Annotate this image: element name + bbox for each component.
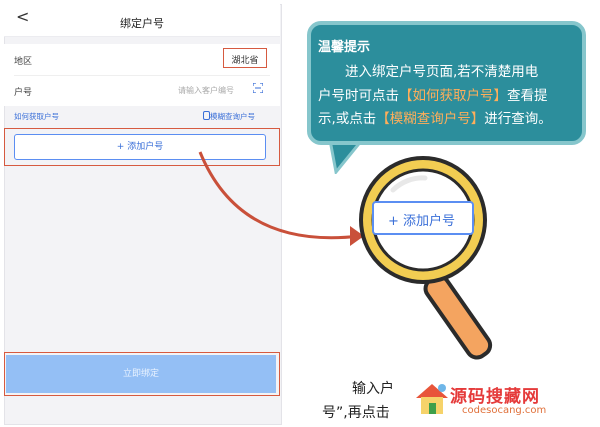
caption-line: 输入户 [352,381,394,397]
watermark-name: 源码搜藏网 [450,387,540,407]
house-logo-icon [416,384,448,414]
magnified-add-label: + 添加户号 [388,214,456,229]
watermark-url: codesocang.com [462,405,547,416]
caption-line: 号”,再点击 [322,405,390,421]
magnifier-icon [359,156,493,360]
